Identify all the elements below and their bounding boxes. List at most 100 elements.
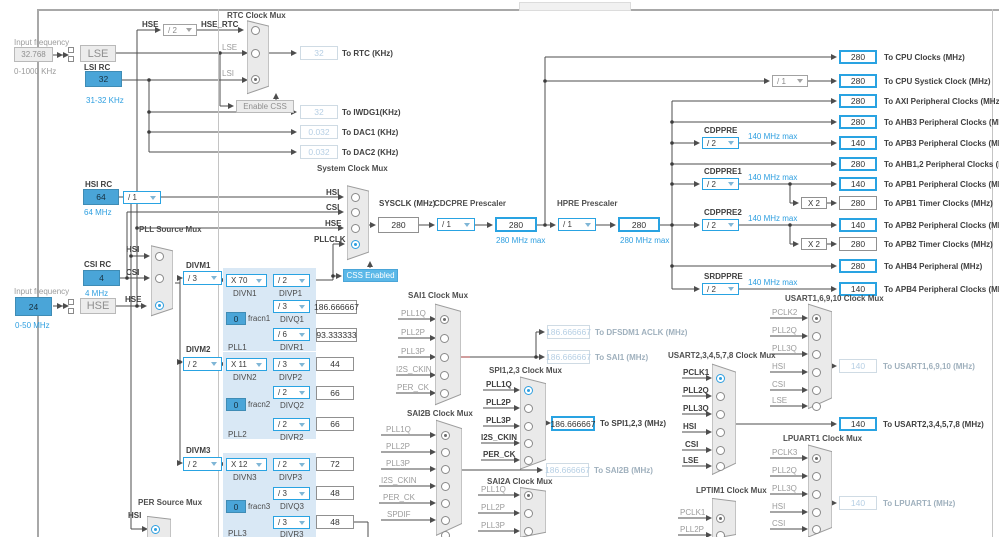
sai1-radio-pll3p[interactable] — [440, 353, 449, 362]
sai2b-radio-pll2p[interactable] — [441, 448, 450, 457]
divp2-select[interactable]: / 3 — [273, 358, 310, 371]
csi-rc-value[interactable]: 4 — [83, 270, 120, 286]
usart1-radio-pll3q[interactable] — [812, 350, 821, 359]
divm2-select[interactable]: / 2 — [183, 357, 222, 371]
hsi-rc-value[interactable]: 64 — [83, 189, 119, 205]
usart2-in-lse: LSE — [683, 457, 699, 465]
pllsrc-radio-csi[interactable] — [155, 274, 164, 283]
spi-radio-pll1q[interactable] — [524, 386, 533, 395]
spi-radio-per-ck[interactable] — [524, 456, 533, 465]
apb1-label: To APB1 Peripheral Clocks (MHz) — [884, 181, 999, 189]
sai2b-radio-pll1q[interactable] — [441, 431, 450, 440]
per-radio-hsi[interactable] — [151, 525, 160, 534]
fracn2-value[interactable]: 0 — [226, 398, 246, 411]
rtc-mux-radio-lse[interactable] — [251, 49, 260, 58]
divq1-select[interactable]: / 3 — [273, 300, 310, 313]
per-source-mux-title: PER Source Mux — [138, 499, 202, 507]
divm1-select[interactable]: / 3 — [183, 271, 222, 285]
divq3-select[interactable]: / 3 — [273, 487, 310, 500]
lptim1-radio-pclk1[interactable] — [716, 514, 725, 523]
enable-css-button[interactable]: Enable CSS — [236, 100, 294, 113]
divn2-select[interactable]: X 11 — [226, 358, 267, 371]
spi-in-per-ck: PER_CK — [483, 451, 515, 459]
cdcpre-select[interactable]: / 1 — [437, 218, 475, 231]
usart2-radio-csi[interactable] — [716, 446, 725, 455]
css-enabled-button[interactable]: CSS Enabled — [343, 269, 398, 282]
sys-mux-radio-hsi[interactable] — [351, 193, 360, 202]
divr2-select[interactable]: / 2 — [273, 418, 310, 431]
spi-radio-pll2p[interactable] — [524, 404, 533, 413]
systick-divider-select[interactable]: / 1 — [772, 75, 808, 87]
divp3-select[interactable]: / 2 — [273, 458, 310, 471]
usart2-radio-lse[interactable] — [716, 462, 725, 471]
fracn2-label: fracn2 — [248, 401, 270, 409]
hse-input-frequency-range: 0-50 MHz — [15, 322, 50, 330]
usart2-radio-pclk1[interactable] — [716, 374, 725, 383]
hse-input-frequency-field[interactable]: 24 — [15, 297, 52, 316]
sai2b-radio-i2s-ckin[interactable] — [441, 482, 450, 491]
hsi-divider-select[interactable]: / 1 — [123, 191, 161, 204]
pllsrc-radio-hsi[interactable] — [155, 252, 164, 261]
sai1-radio-pll2p[interactable] — [440, 334, 449, 343]
cpu-clocks-value: 280 — [839, 50, 877, 64]
spi-radio-pll3p[interactable] — [524, 422, 533, 431]
sys-mux-radio-hse[interactable] — [351, 224, 360, 233]
divn1-select[interactable]: X 70 — [226, 274, 267, 287]
lsi-rc-value[interactable]: 32 — [85, 71, 122, 87]
sai2b-radio-per-ck[interactable] — [441, 499, 450, 508]
sai2b-radio-pll3p[interactable] — [441, 465, 450, 474]
hse-rtc-label: HSE_RTC — [201, 21, 238, 29]
lptim1-radio-pll2p[interactable] — [716, 531, 725, 537]
cdppre1-select[interactable]: / 2 — [702, 178, 739, 190]
divm3-select[interactable]: / 2 — [183, 457, 222, 471]
lpuart1-radio-pll2q[interactable] — [812, 472, 821, 481]
hpre-select[interactable]: / 1 — [558, 218, 596, 231]
lpuart1-radio-pll3q[interactable] — [812, 490, 821, 499]
sai1-radio-per-ck[interactable] — [440, 389, 449, 398]
sai2a-radio-pll3p[interactable] — [524, 527, 533, 536]
usart1-radio-lse[interactable] — [812, 402, 821, 411]
fracn3-value[interactable]: 0 — [226, 500, 246, 513]
usart2-radio-pll3q[interactable] — [716, 410, 725, 419]
rtc-hse-divider-select[interactable]: / 2 — [163, 24, 197, 36]
lpuart1-radio-csi[interactable] — [812, 525, 821, 534]
scrollbar-thumb[interactable] — [519, 2, 631, 11]
usart1-radio-pclk2[interactable] — [812, 314, 821, 323]
hse-pin-connector-1 — [68, 299, 74, 305]
usart2-radio-pll2q[interactable] — [716, 392, 725, 401]
divn3-select[interactable]: X 12 — [226, 458, 267, 471]
sys-mux-radio-pllclk[interactable] — [351, 240, 360, 249]
spi-in-pll3p: PLL3P — [486, 417, 511, 425]
divr1-select[interactable]: / 6 — [273, 328, 310, 341]
fracn1-value[interactable]: 0 — [226, 312, 246, 325]
sai2a-radio-pll2p[interactable] — [524, 509, 533, 518]
lpuart1-in-hsi: HSI — [772, 503, 785, 511]
sai2b-radio-spdif[interactable] — [441, 516, 450, 525]
divp1-select[interactable]: / 2 — [273, 274, 310, 287]
iwdg1-output-label: To IWDG1(KHz) — [342, 109, 401, 117]
sai2b-radio-extra[interactable] — [441, 531, 450, 537]
sai2a-radio-pll1q[interactable] — [524, 491, 533, 500]
lpuart1-radio-pclk3[interactable] — [812, 454, 821, 463]
usart1-in-pclk2: PCLK2 — [772, 309, 797, 317]
srdppre-select[interactable]: / 2 — [702, 283, 739, 295]
usart1-radio-csi[interactable] — [812, 386, 821, 395]
rtc-mux-radio-hse-rtc[interactable] — [251, 26, 260, 35]
cdppre2-select[interactable]: / 2 — [702, 219, 739, 231]
usart2-radio-hsi[interactable] — [716, 428, 725, 437]
usart1-radio-pll2q[interactable] — [812, 332, 821, 341]
lpuart1-radio-hsi[interactable] — [812, 508, 821, 517]
lse-pin-connector-1 — [68, 47, 74, 53]
usart1-radio-hsi[interactable] — [812, 368, 821, 377]
sys-mux-radio-csi[interactable] — [351, 208, 360, 217]
sai1-radio-pll1q[interactable] — [440, 315, 449, 324]
divr3-select[interactable]: / 3 — [273, 516, 310, 529]
lse-input-frequency-field[interactable]: 32.768 — [14, 47, 53, 62]
sai1-radio-i2s-ckin[interactable] — [440, 371, 449, 380]
spi-radio-i2s-ckin[interactable] — [524, 439, 533, 448]
dac2-output-value: 0.032 — [300, 145, 338, 159]
rtc-mux-radio-lsi[interactable] — [251, 75, 260, 84]
pllsrc-radio-hse[interactable] — [155, 301, 164, 310]
cdppre-select[interactable]: / 2 — [702, 137, 739, 149]
divq2-select[interactable]: / 2 — [273, 386, 310, 399]
